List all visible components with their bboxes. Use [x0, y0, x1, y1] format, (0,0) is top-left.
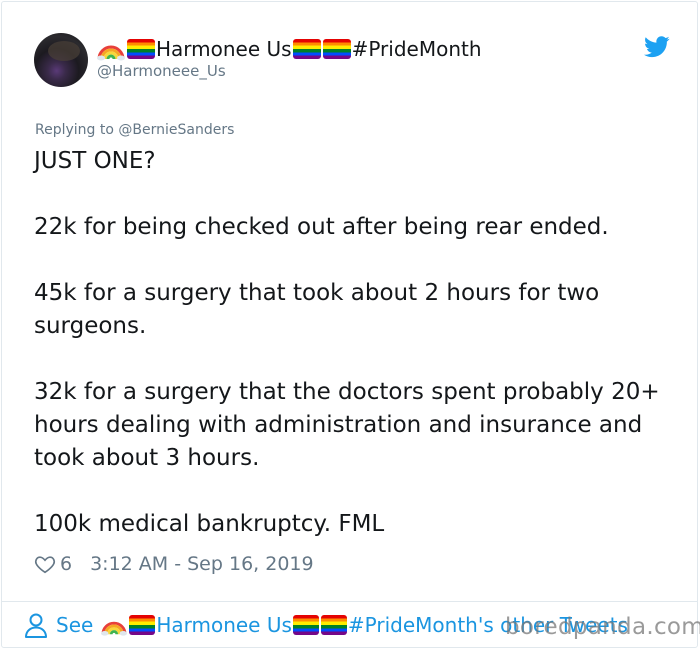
timestamp[interactable]: 3:12 AM - Sep 16, 2019	[90, 553, 314, 575]
divider	[2, 601, 698, 602]
see-label: See	[56, 613, 94, 637]
heart-icon[interactable]	[34, 553, 56, 575]
rainbow-emoji-icon	[101, 613, 128, 637]
display-name-text: Harmonee Us	[156, 37, 292, 61]
rainbow-flag-icon	[127, 39, 155, 59]
tweet-meta: 6 3:12 AM - Sep 16, 2019	[34, 550, 314, 578]
twitter-bird-icon[interactable]	[644, 36, 670, 58]
rainbow-flag-icon	[320, 615, 347, 635]
like-count[interactable]: 6	[60, 553, 72, 575]
user-handle[interactable]: @Harmoneee_Us	[97, 62, 226, 80]
tweet-text: JUST ONE? 22k for being checked out afte…	[34, 148, 660, 537]
watermark: boredpanda.com	[505, 614, 700, 640]
replying-to[interactable]: Replying to @BernieSanders	[35, 122, 234, 138]
rainbow-flag-icon	[292, 39, 321, 59]
avatar-hair	[48, 41, 80, 61]
rainbow-flag-icon	[129, 615, 156, 635]
avatar[interactable]	[34, 33, 88, 87]
tweet-card: Harmonee Us #PrideMonth @Harmoneee_Us Re…	[1, 1, 698, 648]
rainbow-flag-icon	[322, 39, 351, 59]
rainbow-emoji-icon	[97, 37, 125, 61]
footer-name: Harmonee Us	[156, 613, 292, 637]
rainbow-flag-icon	[292, 615, 319, 635]
display-name[interactable]: Harmonee Us #PrideMonth	[97, 35, 482, 63]
display-name-hashtag: #PrideMonth	[351, 37, 482, 61]
person-icon	[25, 613, 47, 638]
